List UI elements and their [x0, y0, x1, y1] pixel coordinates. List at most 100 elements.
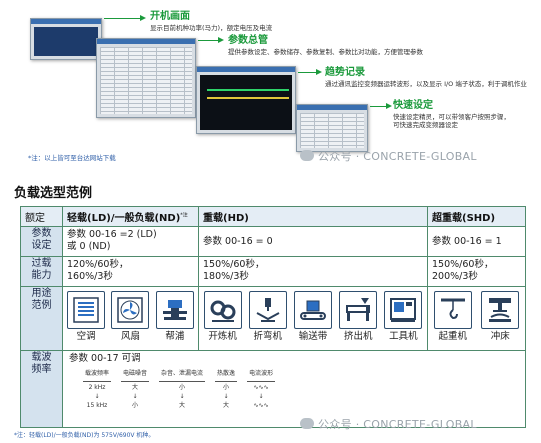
down-arrow-icon: ↓	[179, 393, 185, 400]
callout-trend-record: 趋势记录 通过通讯监控变频器运转波形，以及显示 I/O 端子状态，利于调机作业	[325, 67, 537, 88]
application-item: 工具机	[381, 289, 426, 348]
super-overload-cell: 150%/60秒， 200%/3秒	[427, 256, 526, 287]
heavy-overload-cell: 150%/60秒， 180%/3秒	[198, 256, 428, 287]
punch-press-icon	[481, 291, 520, 329]
application-label: 工具机	[389, 331, 418, 342]
application-label: 风扇	[120, 331, 140, 342]
extruder-icon	[339, 291, 378, 329]
light-parameter-line2: 或 0 (ND)	[67, 241, 111, 252]
heavy-applications-cell: 开炼机 折弯机 输送带 挤出机 工具机	[198, 286, 428, 351]
heavy-overload-line2: 180%/3秒	[203, 271, 249, 282]
carrier-value: 小	[179, 384, 186, 391]
application-item: 开炼机	[200, 289, 245, 348]
header-light-duty: 轻载(LD)/一般负载(ND)*注	[62, 206, 199, 227]
row-label-parameter: 参数 设定	[20, 226, 63, 257]
header-heavy-duty: 重载(HD)	[198, 206, 428, 227]
heavy-overload-line1: 150%/60秒，	[203, 259, 265, 270]
callout-title: 快速设定	[393, 100, 433, 111]
application-item: 挤出机	[336, 289, 381, 348]
carrier-column: 载波频率 2 kHz ↓ 15 kHz	[83, 368, 112, 409]
application-item: 折弯机	[245, 289, 290, 348]
application-label: 开炼机	[208, 331, 237, 342]
fan-icon	[111, 291, 150, 329]
callout-parameter-manager: 参数总管 提供参数设定、参数储存、参数复制、参数比对功能，方便管理参数	[228, 35, 458, 56]
table-row-overload: 过载 能力 120%/60秒， 160%/3秒 150%/60秒， 180%/3…	[20, 256, 526, 287]
watermark-text: 公众号 · CONCRETE-GLOBAL	[318, 150, 477, 163]
callout-desc: 显示目前机种功率(马力)，额定电压及电流	[150, 24, 273, 32]
carrier-value: 大	[179, 402, 186, 409]
light-overload-line1: 120%/60秒，	[67, 259, 129, 270]
wechat-icon	[300, 150, 314, 161]
application-label: 折弯机	[253, 331, 283, 342]
down-arrow-icon: ↓	[94, 393, 100, 400]
application-item: 空调	[64, 289, 108, 348]
light-parameter-cell: 参数 00-16 =2 (LD) 或 0 (ND)	[62, 226, 199, 257]
carrier-value: 小	[223, 384, 230, 391]
conveyor-belt-icon	[294, 291, 332, 329]
carrier-column: 热散逸 小 ↓ 大	[215, 368, 238, 409]
application-item: 冲床	[477, 289, 525, 348]
header-rating: 额定	[20, 206, 63, 227]
table-row-parameter: 参数 设定 参数 00-16 =2 (LD) 或 0 (ND) 参数 00-16…	[20, 226, 526, 257]
super-parameter-cell: 参数 00-16 = 1	[427, 226, 526, 257]
callout-title: 趋势记录	[325, 67, 365, 78]
carrier-column-header: 杂音、泄漏电流	[159, 368, 206, 382]
application-label: 挤出机	[343, 331, 373, 342]
parameter-manager-thumbnail	[96, 38, 196, 118]
callout-startup-screen: 开机画面 显示目前机种功率(马力)，额定电压及电流	[150, 11, 350, 32]
application-item: 风扇	[108, 289, 152, 348]
carrier-column-header: 电流波形	[247, 368, 276, 382]
light-overload-cell: 120%/60秒， 160%/3秒	[62, 256, 199, 287]
open-mill-icon	[203, 291, 242, 329]
carrier-column: 杂音、泄漏电流 小 ↓ 大	[159, 368, 206, 409]
footer-watermark: 公众号 · CONCRETE-GLOBAL	[300, 416, 477, 432]
super-overload-line1: 150%/60秒，	[432, 259, 494, 270]
header-light-duty-note-mark: *注	[180, 212, 188, 219]
waveform-icon: ∿∿∿	[253, 402, 269, 409]
footnote: *注：轻载(LD)/一般负载(ND)为 575V/690V 机种。	[14, 432, 155, 439]
carrier-column-header: 载波频率	[83, 368, 112, 382]
super-overload-line2: 200%/3秒	[432, 271, 478, 282]
trend-record-thumbnail	[196, 66, 296, 134]
carrier-column-header: 热散逸	[215, 368, 238, 382]
callout-desc: 通过通讯监控变频器运转波形，以及显示 I/O 端子状态，利于调机作业	[325, 80, 527, 88]
light-parameter-line1: 参数 00-16 =2 (LD)	[67, 229, 157, 240]
row-label-carrier: 载波 频率	[20, 350, 63, 428]
carrier-title: 参数 00-17 可调	[69, 353, 141, 364]
table-row-applications: 用途 范例 空调 风扇 帮浦 开炼机 折弯机 输送带 挤出机 工具机 起重机 冲…	[20, 286, 526, 351]
light-applications-cell: 空调 风扇 帮浦	[62, 286, 199, 351]
carrier-column: 电磁噪音 大 ↓ 小	[121, 368, 150, 409]
carrier-column: 电流波形 ∿∿∿ ↓ ∿∿∿	[247, 368, 276, 409]
application-item: 输送带	[290, 289, 335, 348]
callout-desc: 提供参数设定、参数储存、参数复制、参数比对功能，方便管理参数	[228, 48, 423, 56]
software-promo-banner: 开机画面 显示目前机种功率(马力)，额定电压及电流 参数总管 提供参数设定、参数…	[0, 0, 541, 170]
carrier-value: 15 kHz	[86, 402, 108, 409]
row-label-applications: 用途 范例	[20, 286, 63, 351]
light-overload-line2: 160%/3秒	[67, 271, 113, 282]
carrier-value: 2 kHz	[88, 384, 106, 391]
down-arrow-icon: ↓	[132, 393, 138, 400]
carrier-effects: 载波频率 2 kHz ↓ 15 kHz 电磁噪音 大 ↓ 小 杂音、泄漏电流 小…	[67, 368, 521, 409]
application-label: 空调	[76, 331, 96, 342]
crane-icon	[433, 291, 472, 329]
heavy-parameter-cell: 参数 00-16 = 0	[198, 226, 428, 257]
application-label: 输送带	[298, 331, 328, 342]
watermark-text: 公众号 · CONCRETE-GLOBAL	[318, 418, 477, 431]
application-label: 冲床	[490, 331, 510, 342]
header-super-heavy-duty: 超重载(SHD)	[427, 206, 526, 227]
carrier-value: 大	[223, 402, 230, 409]
wechat-icon	[300, 418, 314, 429]
carrier-value: 大	[132, 384, 139, 391]
startup-screen-thumbnail	[30, 18, 102, 60]
section-title: 负载选型范例	[14, 186, 93, 201]
download-note: *注：以上皆可至台达网站下载	[28, 154, 116, 162]
header-light-duty-label: 轻载(LD)/一般负载(ND)	[67, 213, 181, 224]
carrier-value: 小	[132, 402, 139, 409]
load-selection-table: 额定 轻载(LD)/一般负载(ND)*注 重载(HD) 超重载(SHD) 参数 …	[20, 206, 526, 428]
callout-title: 开机画面	[150, 11, 190, 22]
carrier-column-header: 电磁噪音	[121, 368, 150, 382]
table-header-row: 额定 轻载(LD)/一般负载(ND)*注 重载(HD) 超重载(SHD)	[20, 206, 526, 227]
bending-machine-icon	[248, 291, 287, 329]
row-label-overload: 过载 能力	[20, 256, 63, 287]
callout-quick-setup: 快速设定 快速设定精灵，可以带领客户按照步骤，可快速完成变频器设定	[393, 100, 511, 129]
